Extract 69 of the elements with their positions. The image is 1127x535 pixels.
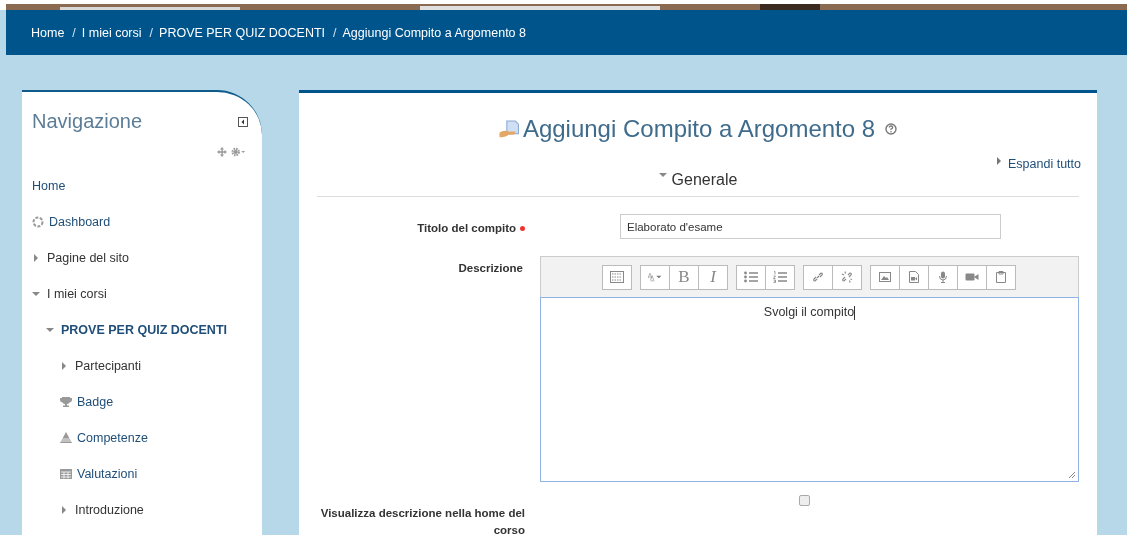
- section-heading[interactable]: Generale: [671, 171, 738, 189]
- toolbar-toggle-icon: [610, 271, 624, 283]
- breadcrumb-separator: /: [72, 25, 76, 40]
- navigation-item[interactable]: I miei corsi: [47, 287, 107, 301]
- breadcrumb-separator: /: [333, 25, 337, 40]
- pyramid-icon: [60, 432, 72, 444]
- navigation-item[interactable]: Pagine del sito: [47, 251, 129, 265]
- unlink-button[interactable]: [832, 264, 862, 290]
- trophy-icon: [60, 396, 72, 408]
- assignment-icon: [498, 119, 521, 139]
- caret-icon[interactable]: [32, 290, 40, 298]
- dock-icon[interactable]: [238, 116, 248, 127]
- video-camera-icon: [965, 271, 979, 283]
- field-label: Descrizione: [458, 261, 523, 276]
- media-button[interactable]: [899, 264, 929, 290]
- page-title: Aggiungi Compito a Argomento 8: [522, 115, 876, 143]
- image-icon: [878, 271, 892, 283]
- caret-icon[interactable]: [658, 171, 667, 179]
- editor-text: Svolgi il compito: [763, 305, 855, 319]
- navigation-item[interactable]: Introduzione: [75, 503, 144, 517]
- breadcrumb-link[interactable]: Home: [31, 25, 65, 40]
- expand-all-link[interactable]: Espandi tutto: [1008, 157, 1081, 171]
- resize-handle-icon[interactable]: [1068, 471, 1076, 479]
- breadcrumb-link[interactable]: Aggiungi Compito a Argomento 8: [342, 25, 526, 40]
- numbered-list-icon: [773, 271, 787, 283]
- caret-icon[interactable]: [60, 506, 68, 514]
- navigation-item[interactable]: Partecipanti: [75, 359, 141, 373]
- link-button[interactable]: [803, 264, 833, 290]
- bullets-button[interactable]: [736, 264, 766, 290]
- bold-button[interactable]: B: [669, 264, 699, 290]
- font-style-icon: [648, 271, 662, 283]
- caret-icon[interactable]: [60, 362, 68, 370]
- navigation-item[interactable]: Home: [32, 179, 66, 193]
- editor-area[interactable]: Svolgi il compito: [540, 297, 1079, 482]
- navigation-item[interactable]: Competenze: [77, 431, 148, 445]
- field-label: Titolo del compito: [417, 221, 516, 236]
- mic-button[interactable]: [928, 264, 958, 290]
- paste-button[interactable]: [986, 264, 1016, 290]
- move-icon[interactable]: [217, 147, 227, 157]
- dashboard-icon: [32, 216, 44, 228]
- link-icon: [811, 271, 825, 283]
- video-button[interactable]: [957, 264, 987, 290]
- microphone-icon: [936, 271, 950, 283]
- caret-icon[interactable]: [46, 326, 54, 334]
- input-field[interactable]: Elaborato d'esame: [620, 214, 1001, 239]
- font-button[interactable]: [640, 264, 670, 290]
- caret-icon[interactable]: [32, 254, 40, 262]
- breadcrumb-separator: /: [149, 25, 154, 40]
- settings-icon[interactable]: [231, 147, 246, 157]
- unlink-icon: [840, 271, 854, 283]
- navigation-item[interactable]: Badge: [77, 395, 114, 409]
- bullet-list-icon: [744, 271, 758, 283]
- caret-icon[interactable]: [995, 157, 1004, 165]
- checkbox[interactable]: [799, 495, 810, 506]
- breadcrumb-link[interactable]: PROVE PER QUIZ DOCENTI: [159, 25, 326, 40]
- toggle-button[interactable]: [602, 264, 632, 290]
- navigation-item[interactable]: Dashboard: [49, 215, 111, 229]
- media-file-icon: [907, 271, 921, 283]
- clipboard-icon: [994, 271, 1008, 283]
- numbers-button[interactable]: [765, 264, 795, 290]
- table-icon: [60, 468, 72, 480]
- image-button[interactable]: [870, 264, 900, 290]
- field-label: Visualizza descrizione nella home del corso: [319, 506, 525, 535]
- italic-button[interactable]: I: [698, 264, 728, 290]
- navigation-item[interactable]: PROVE PER QUIZ DOCENTI: [61, 323, 227, 337]
- help-icon[interactable]: [885, 123, 898, 135]
- panel-title: Navigazione: [32, 110, 143, 133]
- breadcrumb-link[interactable]: I miei corsi: [81, 25, 142, 40]
- navigation-item[interactable]: Valutazioni: [77, 467, 138, 481]
